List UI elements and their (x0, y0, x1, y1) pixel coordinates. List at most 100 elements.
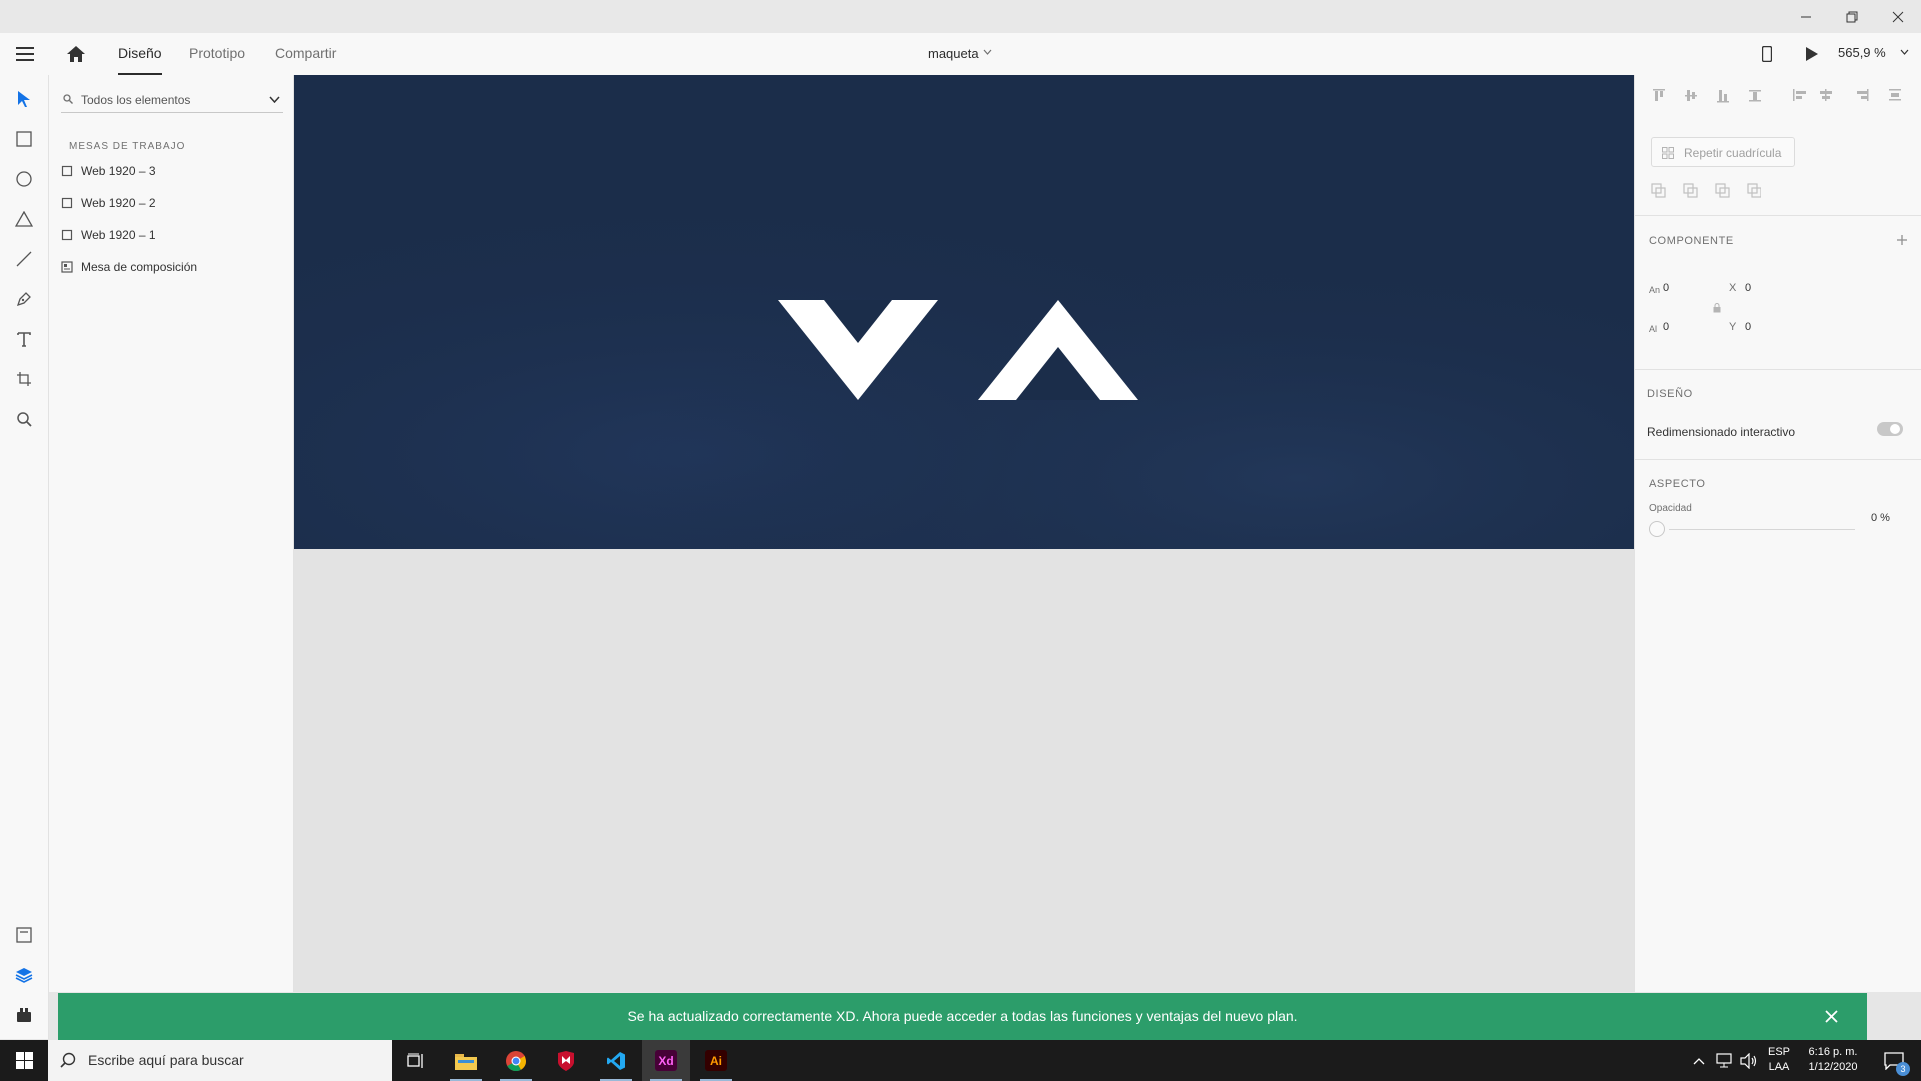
minimize-icon (1801, 16, 1811, 17)
restore-icon (1846, 11, 1858, 22)
toggle-knob (1890, 424, 1900, 434)
assets-panel-button[interactable] (12, 923, 36, 947)
adobe-illustrator-app[interactable]: Ai (692, 1040, 740, 1081)
chrome-app[interactable] (492, 1040, 540, 1081)
opacity-field[interactable]: 0 % (1871, 512, 1890, 524)
align-toolbar[interactable] (1653, 89, 1921, 105)
play-icon (1806, 47, 1818, 61)
layers-panel-button[interactable] (12, 963, 36, 987)
layout-section-label: DISEÑO (1647, 388, 1693, 400)
keyboard-layout: LAA (1768, 1061, 1790, 1073)
chevron-down-icon (983, 49, 992, 55)
inspector-divider (1635, 459, 1921, 460)
volume-icon[interactable] (1740, 1053, 1758, 1069)
zoom-level[interactable]: 565,9 % (1838, 45, 1886, 60)
close-icon (1824, 1009, 1838, 1023)
input-language-indicator[interactable]: ESP LAA (1764, 1045, 1794, 1075)
rectangle-tool[interactable] (12, 127, 36, 151)
adobe-xd-app[interactable]: Xd (642, 1040, 690, 1081)
tab-design[interactable]: Diseño (118, 45, 162, 75)
dismiss-notification-button[interactable] (1822, 1007, 1840, 1025)
select-tool[interactable] (12, 87, 36, 111)
start-button[interactable] (0, 1040, 48, 1081)
windows-taskbar: Escribe aquí para buscar Xd Ai ESP LAA 6… (0, 1040, 1921, 1081)
close-icon (1892, 11, 1904, 22)
windows-logo-icon (15, 1052, 33, 1069)
width-label: An (1649, 285, 1661, 295)
file-explorer-app[interactable] (442, 1040, 490, 1081)
mcafee-app[interactable] (542, 1040, 590, 1081)
clock-date: 1/12/2020 (1808, 1061, 1858, 1073)
filter-chevron-down-icon[interactable] (269, 96, 280, 103)
ai-app-icon: Ai (705, 1050, 727, 1071)
text-icon (17, 332, 31, 347)
y-field[interactable]: 0 (1745, 321, 1751, 333)
device-preview-button[interactable] (1756, 42, 1778, 66)
layer-item[interactable]: Mesa de composición (61, 256, 283, 278)
text-tool[interactable] (12, 327, 36, 351)
component-section-label: COMPONENTE (1649, 235, 1734, 247)
restore-button[interactable] (1829, 0, 1875, 33)
artboard-tool-icon (17, 372, 31, 386)
layer-item-label: Web 1920 – 1 (81, 228, 156, 242)
vscode-app[interactable] (592, 1040, 640, 1081)
height-label: Al (1649, 324, 1658, 334)
zoom-icon (17, 412, 32, 427)
layer-item-label: Web 1920 – 2 (81, 196, 156, 210)
action-center-button[interactable]: 3 (1872, 1040, 1916, 1081)
line-icon (16, 251, 32, 267)
responsive-resize-label: Redimensionado interactivo (1647, 425, 1796, 439)
lock-aspect-icon[interactable] (1713, 303, 1721, 313)
layer-item[interactable]: Web 1920 – 1 (61, 224, 283, 246)
clock[interactable]: 6:16 p. m. 1/12/2020 (1800, 1045, 1866, 1075)
close-window-button[interactable] (1875, 0, 1921, 33)
design-canvas[interactable] (294, 75, 1634, 992)
opacity-slider-track[interactable] (1669, 529, 1855, 530)
search-icon (60, 1052, 76, 1068)
artboard-icon (61, 165, 73, 177)
polygon-tool[interactable] (12, 207, 36, 231)
artboard-tool[interactable] (12, 367, 36, 391)
pen-tool[interactable] (12, 287, 36, 311)
layer-item[interactable]: Web 1920 – 2 (61, 192, 283, 214)
appearance-section-label: ASPECTO (1649, 478, 1706, 490)
vscode-icon (607, 1051, 625, 1070)
taskbar-search-box[interactable]: Escribe aquí para buscar (48, 1040, 392, 1081)
home-icon (67, 46, 85, 62)
add-component-icon[interactable] (1897, 235, 1907, 245)
responsive-resize-toggle[interactable] (1877, 422, 1903, 436)
line-tool[interactable] (12, 247, 36, 271)
repeat-grid-label: Repetir cuadrícula (1684, 146, 1782, 160)
document-title: maqueta (928, 46, 979, 61)
boolean-ops-toolbar[interactable] (1651, 183, 1761, 199)
network-icon[interactable] (1716, 1053, 1734, 1069)
repeat-grid-icon (1662, 147, 1674, 159)
opacity-slider-handle[interactable] (1649, 521, 1665, 537)
minimize-button[interactable] (1783, 0, 1829, 33)
height-field[interactable]: 0 (1663, 321, 1669, 333)
width-field[interactable]: 0 (1663, 282, 1669, 294)
window-title-bar (0, 0, 1921, 33)
inspector-divider (1635, 215, 1921, 216)
plugins-panel-button[interactable] (12, 1003, 36, 1027)
repeat-grid-button[interactable]: Repetir cuadrícula (1651, 137, 1795, 167)
tab-prototype[interactable]: Prototipo (189, 45, 245, 75)
mobile-device-icon (1762, 46, 1772, 62)
artboard-icon (61, 229, 73, 241)
zoom-chevron-down-icon[interactable] (1900, 49, 1909, 55)
artboard-preview[interactable] (294, 75, 1634, 549)
ellipse-tool[interactable] (12, 167, 36, 191)
app-header: Diseño Prototipo Compartir maqueta 565,9… (0, 33, 1921, 75)
layers-search-input[interactable]: Todos los elementos (61, 85, 283, 113)
menu-button[interactable] (14, 43, 36, 65)
zoom-tool[interactable] (12, 407, 36, 431)
show-hidden-icons-chevron-icon[interactable] (1693, 1057, 1705, 1065)
task-view-button[interactable] (392, 1040, 440, 1081)
home-button[interactable] (64, 42, 88, 66)
layer-item[interactable]: Web 1920 – 3 (61, 160, 283, 182)
desktop-preview-button[interactable] (1800, 42, 1824, 66)
x-field[interactable]: 0 (1745, 282, 1751, 294)
folder-icon (455, 1053, 477, 1070)
pen-icon (16, 292, 31, 307)
tab-share[interactable]: Compartir (275, 45, 336, 75)
